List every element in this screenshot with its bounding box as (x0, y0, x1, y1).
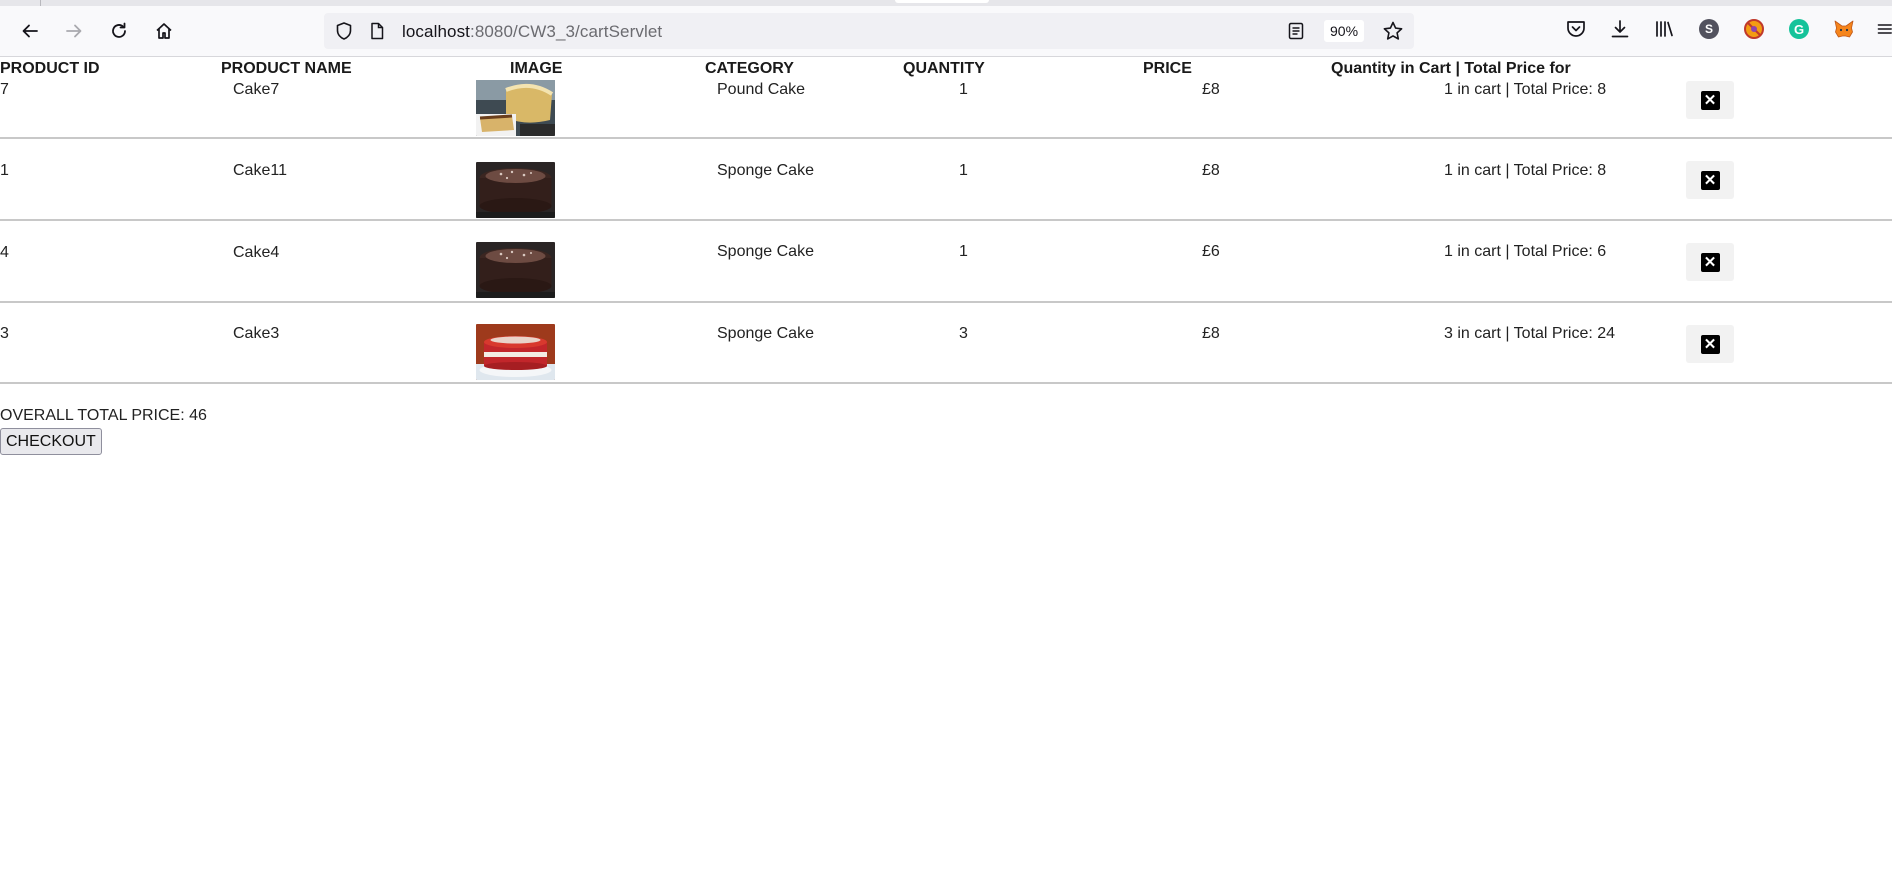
cell-product-id: 3 (0, 325, 9, 342)
cell-category: Sponge Cake (717, 162, 814, 179)
library-icon[interactable] (1652, 17, 1676, 41)
cell-product-name: Cake4 (233, 244, 280, 261)
arrow-left-icon (22, 24, 38, 38)
reader-view-icon[interactable] (1287, 22, 1305, 45)
cell-product-id: 4 (0, 244, 9, 261)
url-text[interactable]: localhost:8080/CW3_3/cartServlet (402, 22, 662, 42)
cell-quantity: 1 (959, 243, 968, 260)
cart-page: PRODUCT ID PRODUCT NAME IMAGE CATEGORY Q… (0, 57, 1892, 895)
tracking-protection-shield-icon[interactable] (334, 21, 354, 46)
close-icon: ✕ (1700, 90, 1720, 110)
cell-quantity: 3 (959, 325, 968, 342)
remove-item-button[interactable]: ✕ (1686, 81, 1734, 119)
cell-cart-total: 1 in cart | Total Price: 8 (1444, 162, 1607, 179)
home-button[interactable] (148, 15, 180, 47)
address-bar[interactable]: localhost:8080/CW3_3/cartServlet 90% (324, 13, 1414, 49)
cell-price: £8 (1202, 81, 1220, 98)
zoom-level-indicator[interactable]: 90% (1324, 20, 1365, 42)
cell-product-id: 1 (0, 162, 9, 179)
cell-product-name: Cake7 (233, 81, 280, 98)
profile-avatar-icon[interactable]: S (1697, 17, 1721, 41)
cell-cart-total: 3 in cart | Total Price: 24 (1444, 325, 1616, 342)
cell-category: Sponge Cake (717, 243, 814, 260)
url-host: localhost (402, 22, 470, 41)
cell-product-name: Cake11 (233, 162, 287, 179)
downloads-icon[interactable] (1608, 17, 1632, 41)
pound-cake-image (476, 80, 555, 136)
cell-quantity: 1 (959, 162, 968, 179)
cell-quantity: 1 (959, 81, 968, 98)
navigation-toolbar: localhost:8080/CW3_3/cartServlet 90% S G (0, 6, 1892, 57)
metamask-fox-icon[interactable] (1832, 17, 1856, 41)
cart-row: 1 Cake11 Sponge Cake 1 £8 1 in cart | To… (0, 138, 1892, 221)
cell-cart-total: 1 in cart | Total Price: 6 (1444, 243, 1607, 260)
remove-item-button[interactable]: ✕ (1686, 243, 1734, 281)
home-icon (156, 23, 172, 39)
reload-button[interactable] (103, 15, 135, 47)
url-path: :8080/CW3_3/cartServlet (470, 22, 663, 41)
profile-initial: S (1699, 19, 1719, 39)
cell-price: £8 (1202, 325, 1220, 342)
grammarly-icon[interactable]: G (1787, 17, 1811, 41)
cell-price: £6 (1202, 243, 1220, 260)
cell-category: Pound Cake (717, 81, 806, 98)
arrow-right-icon (66, 24, 82, 38)
cell-price: £8 (1202, 162, 1220, 179)
cell-product-id: 7 (0, 81, 9, 98)
reload-icon (112, 22, 126, 38)
cart-row: 4 Cake4 Sponge Cake 1 £6 1 in cart | Tot… (0, 220, 1892, 303)
blocker-extension-icon[interactable] (1742, 17, 1766, 41)
checkout-button[interactable]: CHECKOUT (0, 428, 102, 455)
chocolate-cake-image (476, 242, 555, 298)
cell-category: Sponge Cake (717, 325, 814, 342)
active-tab-indicator (895, 0, 989, 3)
cell-cart-total: 1 in cart | Total Price: 8 (1444, 81, 1607, 98)
menu-icon[interactable] (1876, 17, 1892, 41)
chocolate-cake-image (476, 162, 555, 218)
forward-button[interactable] (58, 15, 90, 47)
cart-row: 3 Cake3 Sponge Cake 3 £8 3 in cart | Tot… (0, 301, 1892, 384)
back-button[interactable] (14, 15, 46, 47)
cell-product-name: Cake3 (233, 325, 280, 342)
overall-total-price: OVERALL TOTAL PRICE: 46 (0, 407, 207, 424)
close-icon: ✕ (1700, 252, 1720, 272)
page-info-icon[interactable] (368, 22, 386, 45)
remove-item-button[interactable]: ✕ (1686, 161, 1734, 199)
red-velvet-cake-image (476, 324, 555, 380)
close-icon: ✕ (1700, 170, 1720, 190)
close-icon: ✕ (1700, 334, 1720, 354)
cart-row: 7 Cake7 Pound Cake 1 £8 1 in cart | Tota… (0, 57, 1892, 139)
remove-item-button[interactable]: ✕ (1686, 325, 1734, 363)
bookmark-star-icon[interactable] (1382, 20, 1404, 47)
pocket-icon[interactable] (1564, 17, 1588, 41)
